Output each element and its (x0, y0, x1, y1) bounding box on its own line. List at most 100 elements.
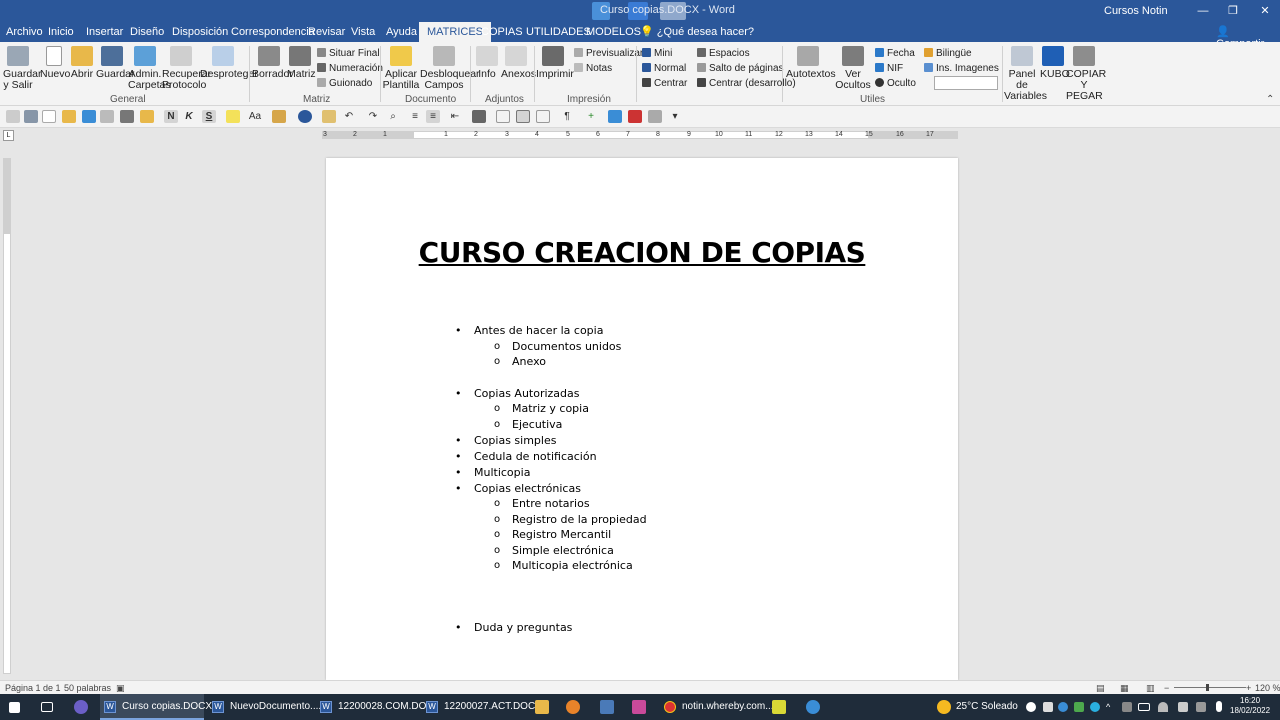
copy-icon[interactable] (628, 110, 642, 123)
document-page[interactable]: CURSO CREACION DE COPIAS • Antes de hacer… (326, 158, 958, 680)
paste-icon[interactable] (648, 110, 662, 123)
tab-insertar[interactable]: Insertar (86, 22, 123, 42)
nif-button[interactable]: NIF (875, 63, 903, 74)
bold-button[interactable]: N (164, 110, 178, 123)
salto-paginas-button[interactable]: Salto de páginas (697, 63, 784, 74)
imprimir-button[interactable]: Imprimir (536, 46, 574, 80)
user-name[interactable]: Cursos Notin (1104, 5, 1168, 17)
print-layout-icon[interactable]: ▦ (1120, 683, 1129, 694)
numeracion-button[interactable]: Numeración (317, 63, 383, 74)
copiar-pegar-button[interactable]: COPIAR Y PEGAR (1066, 46, 1106, 102)
read-mode-icon[interactable]: ▤ (1096, 683, 1105, 694)
file-explorer-icon[interactable] (535, 700, 549, 714)
bilingue-button[interactable]: Bilingüe (924, 48, 972, 59)
align-icon[interactable]: ≡ (426, 110, 440, 123)
tab-archivo[interactable]: Archivo (6, 22, 43, 42)
proofing-icon[interactable]: ▣ (116, 683, 125, 694)
recuperar-protocolo-button[interactable]: Recuperar Protocolo (162, 46, 211, 91)
plus-app-icon[interactable] (772, 700, 786, 714)
highlight-icon[interactable] (226, 110, 240, 123)
tab-diseno[interactable]: Diseño (130, 22, 164, 42)
word-logo-icon[interactable] (298, 110, 312, 123)
refresh-icon[interactable] (82, 110, 96, 123)
weather-sun-icon[interactable] (937, 700, 951, 714)
open-folder-icon[interactable] (62, 110, 76, 123)
autotextos-button[interactable]: Autotextos (786, 46, 836, 80)
microphone-icon[interactable] (1216, 701, 1222, 712)
ins-imagenes-button[interactable]: Ins. Imagenes (924, 63, 999, 74)
app-circle-icon[interactable] (74, 700, 88, 714)
desbloquear-campos-button[interactable]: Desbloquear Campos (420, 46, 480, 91)
close-button[interactable]: ✕ (1254, 3, 1276, 19)
justify-icon[interactable]: ≡ (408, 110, 422, 123)
guardar-button[interactable]: Guardar (96, 46, 135, 80)
taskbar-app-12200028[interactable]: W 12200028.COM.DO... (316, 694, 435, 720)
taskbar-app-chrome[interactable]: notin.whereby.com... (660, 694, 774, 720)
image-size-dropdown[interactable] (934, 76, 998, 90)
update-icon[interactable] (1090, 702, 1100, 712)
web-layout-icon[interactable]: ▥ (1146, 683, 1155, 694)
g-app-icon[interactable] (806, 700, 820, 714)
network-icon[interactable] (1122, 702, 1132, 712)
attach-icon[interactable] (608, 110, 622, 123)
tab-inicio[interactable]: Inicio (48, 22, 74, 42)
clock[interactable]: 16:20 18/02/2022 (1230, 696, 1270, 716)
kubo-button[interactable]: KUBO (1040, 46, 1070, 80)
borrador-button[interactable]: Borrador (252, 46, 293, 80)
wifi-icon[interactable] (1158, 702, 1168, 712)
tab-utilidades[interactable]: UTILIDADES (526, 22, 591, 42)
normal-button[interactable]: Normal (642, 63, 686, 74)
app-colorful-icon[interactable] (632, 700, 646, 714)
word-count[interactable]: 50 palabras (64, 683, 111, 693)
zoom-in-button[interactable]: + (1246, 683, 1251, 693)
centrar-desarrollo-button[interactable]: Centrar (desarrollo) (697, 78, 796, 89)
admin-carpetas-button[interactable]: Admin. Carpetas (128, 46, 171, 91)
clipboard-icon[interactable] (322, 110, 336, 123)
minimize-button[interactable]: — (1192, 3, 1214, 19)
info-button[interactable]: Info (474, 46, 500, 80)
espacios-button[interactable]: Espacios (697, 48, 750, 59)
tab-disposicion[interactable]: Disposición (172, 22, 228, 42)
strike-button[interactable]: S (202, 110, 216, 123)
tab-ayuda[interactable]: Ayuda (386, 22, 417, 42)
abrir-button[interactable]: Abrir (70, 46, 94, 80)
view-icon[interactable] (496, 110, 510, 123)
add-icon[interactable]: + (584, 110, 598, 123)
zoom-level[interactable]: 120 % (1255, 683, 1280, 693)
horizontal-ruler[interactable] (322, 131, 958, 139)
tab-selector[interactable]: L (3, 130, 14, 141)
indent-icon[interactable]: ⇤ (448, 110, 462, 123)
skype-icon[interactable] (566, 700, 580, 714)
brush-icon[interactable] (272, 110, 286, 123)
vpn-icon[interactable] (1074, 702, 1084, 712)
bluetooth-icon[interactable] (1058, 702, 1068, 712)
guionado-button[interactable]: Guionado (317, 78, 372, 89)
task-view-icon[interactable] (41, 702, 53, 712)
tab-vista[interactable]: Vista (351, 22, 375, 42)
vertical-ruler[interactable] (3, 158, 11, 674)
more-icon[interactable]: ▾ (668, 110, 682, 123)
redo-icon[interactable]: ↷ (366, 110, 380, 123)
print-icon[interactable] (120, 110, 134, 123)
taskbar-app-12200027[interactable]: W 12200027.ACT.DOC... (422, 694, 544, 720)
calculator-icon[interactable] (600, 700, 614, 714)
zoom-slider[interactable] (1174, 687, 1246, 688)
aplicar-plantilla-button[interactable]: Aplicar Plantilla (382, 46, 420, 91)
taskbar-app-curso-copias[interactable]: W Curso copias.DOCX... (100, 694, 220, 720)
eraser-icon[interactable] (472, 110, 486, 123)
previsualizar-button[interactable]: Previsualizar (574, 48, 643, 59)
tab-revisar[interactable]: Revisar (308, 22, 345, 42)
undo-icon[interactable]: ↶ (342, 110, 356, 123)
guardar-salir-button[interactable]: Guardar y Salir (3, 46, 42, 91)
mini-button[interactable]: Mini (642, 48, 672, 59)
new-file-icon[interactable] (42, 110, 56, 123)
ver-ocultos-button[interactable]: Ver Ocultos (834, 46, 872, 91)
windows-start-icon[interactable] (9, 702, 20, 713)
keyboard-icon[interactable] (1196, 702, 1206, 712)
battery-icon[interactable] (1138, 703, 1150, 711)
restore-button[interactable]: ❐ (1222, 3, 1244, 19)
italic-button[interactable]: K (182, 110, 196, 123)
notas-button[interactable]: Notas (574, 63, 612, 74)
send-icon[interactable] (100, 110, 114, 123)
centrar-button[interactable]: Centrar (642, 78, 687, 89)
